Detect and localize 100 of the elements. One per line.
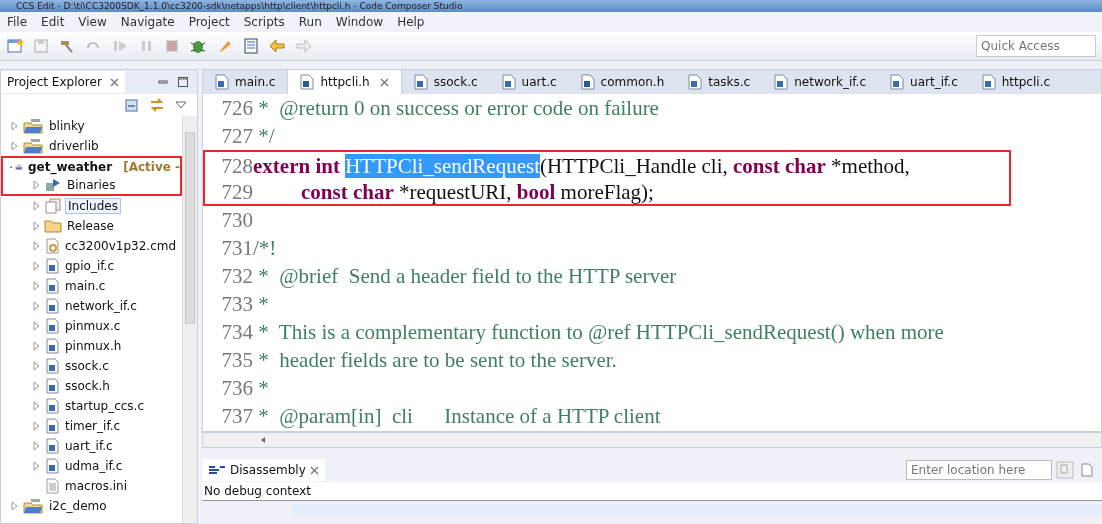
menu-item[interactable]: Window	[328, 15, 391, 29]
editor-tab[interactable]: uart_if.c	[878, 70, 970, 94]
disassembly-tab[interactable]: Disassembly	[202, 459, 325, 481]
text-file-icon	[44, 478, 60, 494]
collapsed-arrow-icon[interactable]	[31, 261, 41, 271]
scrollbar[interactable]	[182, 116, 197, 523]
editor-tab[interactable]: common.h	[568, 70, 677, 94]
collapsed-arrow-icon[interactable]	[31, 241, 41, 251]
tree-item[interactable]: cc3200v1p32.cmd	[63, 239, 179, 253]
collapsed-arrow-icon[interactable]	[31, 381, 41, 391]
close-icon[interactable]	[309, 465, 319, 475]
quick-access-field[interactable]: Quick Access	[976, 35, 1096, 57]
tree-item[interactable]: Includes	[65, 198, 121, 214]
tree-item[interactable]: gpio_if.c	[63, 259, 116, 273]
code-line: * @brief Send a header field to the HTTP server	[257, 263, 677, 290]
close-icon[interactable]	[379, 77, 389, 87]
collapsed-arrow-icon[interactable]	[31, 361, 41, 371]
binaries-icon	[44, 177, 62, 193]
collapsed-arrow-icon[interactable]	[9, 141, 19, 151]
menu-item[interactable]: File	[0, 15, 35, 29]
tree-item[interactable]: main.c	[63, 279, 108, 293]
link-editor-icon[interactable]	[149, 97, 165, 113]
folder-icon	[44, 218, 62, 234]
c-file-icon	[688, 74, 703, 90]
hammer-icon[interactable]	[58, 38, 76, 54]
editor-tab[interactable]: httpcli.h	[287, 70, 402, 94]
view-menu-icon[interactable]	[175, 100, 187, 110]
c-file-icon	[44, 438, 60, 454]
editor-tab[interactable]: tasks.c	[676, 70, 763, 94]
tree-item[interactable]: pinmux.c	[63, 319, 123, 333]
horizontal-scrollbar[interactable]	[202, 432, 1102, 448]
line-number: 726	[220, 95, 253, 122]
tree-item[interactable]: Release	[65, 219, 116, 233]
save-icon[interactable]	[33, 38, 49, 54]
location-field[interactable]: Enter location here	[906, 460, 1052, 480]
tree-item[interactable]: pinmux.h	[63, 339, 124, 353]
menu-item[interactable]: Navigate	[113, 15, 182, 29]
tree-item[interactable]: udma_if.c	[63, 459, 125, 473]
c-file-icon	[890, 74, 905, 90]
line-number: 729	[220, 179, 253, 204]
menu-item[interactable]: Run	[291, 15, 329, 29]
tree-item[interactable]: timer_if.c	[63, 419, 123, 433]
project-explorer-tab[interactable]: Project Explorer	[1, 71, 125, 93]
collapsed-arrow-icon[interactable]	[31, 321, 41, 331]
c-file-icon	[44, 298, 60, 314]
console-icon[interactable]	[243, 38, 259, 54]
code-line: const char *requestURI, bool moreFlag);	[300, 179, 654, 204]
collapsed-arrow-icon[interactable]	[31, 341, 41, 351]
editor-tab[interactable]: uart.c	[489, 70, 569, 94]
collapsed-arrow-icon[interactable]	[31, 301, 41, 311]
collapsed-arrow-icon[interactable]	[9, 501, 19, 511]
close-icon[interactable]	[109, 77, 119, 87]
collapsed-arrow-icon[interactable]	[31, 201, 41, 211]
collapsed-arrow-icon[interactable]	[31, 441, 41, 451]
code-line: * header fields are to be sent to the server.	[257, 347, 617, 374]
line-number: 732	[220, 263, 253, 290]
tree-item[interactable]: get_weather	[26, 160, 115, 174]
project-folder-icon	[22, 138, 44, 154]
header-file-icon	[44, 378, 60, 394]
collapse-all-icon[interactable]	[123, 97, 139, 113]
scroll-thumb[interactable]	[185, 132, 195, 324]
tree-item[interactable]: i2c_demo	[47, 499, 109, 513]
menu-item[interactable]: Project	[181, 15, 237, 29]
editor-tab[interactable]: ssock.c	[401, 70, 490, 94]
tree-item[interactable]: driverlib	[47, 139, 101, 153]
header-file-icon	[300, 74, 315, 90]
collapsed-arrow-icon[interactable]	[31, 421, 41, 431]
tree-item[interactable]: uart_if.c	[63, 439, 115, 453]
forward-arrow-icon[interactable]	[295, 38, 313, 54]
line-number: 728	[220, 153, 253, 178]
tree-item[interactable]: ssock.c	[63, 359, 111, 373]
collapsed-arrow-icon[interactable]	[31, 221, 41, 231]
tree-item[interactable]: blinky	[47, 119, 87, 133]
header-file-icon	[580, 74, 595, 90]
collapsed-arrow-icon[interactable]	[31, 461, 41, 471]
editor-tab[interactable]: network_if.c	[762, 70, 879, 94]
code-line: *	[257, 291, 269, 318]
maximize-icon[interactable]	[177, 76, 189, 88]
collapsed-arrow-icon[interactable]	[9, 121, 19, 131]
collapsed-arrow-icon[interactable]	[31, 180, 41, 190]
menu-item[interactable]: Edit	[34, 15, 72, 29]
project-folder-icon	[22, 118, 44, 134]
stop-icon[interactable]	[164, 38, 180, 54]
new-file-icon[interactable]	[6, 37, 24, 55]
collapsed-arrow-icon[interactable]	[31, 401, 41, 411]
copy-icon[interactable]	[1056, 461, 1074, 479]
editor-tab[interactable]: httpcli.c	[969, 70, 1063, 94]
back-arrow-icon[interactable]	[268, 38, 286, 54]
menu-item[interactable]: View	[71, 15, 114, 29]
tree-item[interactable]: macros.ini	[63, 479, 129, 493]
tree-item[interactable]: ssock.h	[63, 379, 112, 393]
tree-item[interactable]: network_if.c	[63, 299, 139, 313]
code-line: /*!	[253, 235, 277, 262]
menu-item[interactable]: Scripts	[236, 15, 292, 29]
scroll-left-icon[interactable]	[259, 436, 267, 444]
menu-item[interactable]: Help	[390, 15, 432, 29]
tree-item[interactable]: startup_ccs.c	[63, 399, 147, 413]
collapsed-arrow-icon[interactable]	[31, 281, 41, 291]
c-file-icon	[501, 74, 516, 90]
editor-tab[interactable]: main.c	[203, 70, 288, 94]
